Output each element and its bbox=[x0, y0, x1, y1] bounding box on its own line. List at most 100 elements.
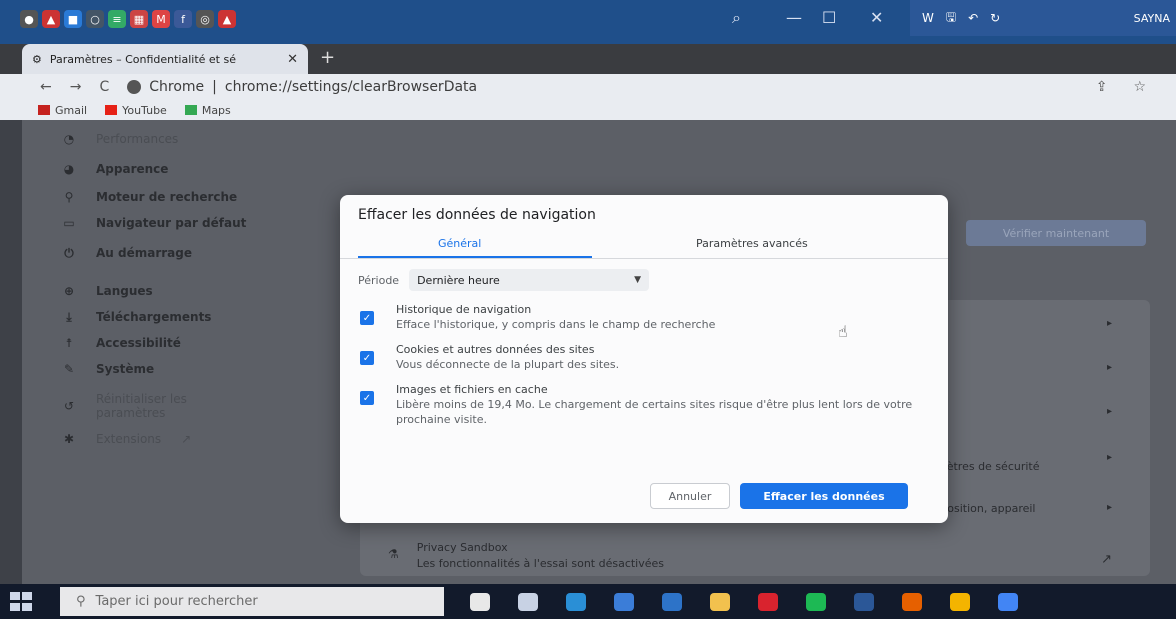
tab-general[interactable]: Général bbox=[438, 237, 481, 250]
sidebar-item[interactable]: ⊕ Langues bbox=[62, 284, 153, 298]
checkbox[interactable]: ✓ bbox=[360, 351, 374, 365]
undo-icon[interactable]: ↶ bbox=[968, 11, 978, 25]
period-select[interactable]: Dernière heure ▼ bbox=[409, 269, 650, 291]
flask-icon: ⚗ bbox=[388, 547, 399, 561]
chevron-right-icon: ▸ bbox=[1106, 406, 1112, 417]
cortana-icon bbox=[470, 592, 490, 611]
option-description: Libère moins de 19,4 Mo. Le chargement d… bbox=[396, 398, 913, 426]
browser-toolbar: ← → C Chrome | chrome://settings/clearBr… bbox=[0, 74, 1176, 100]
tab-favicon-icon[interactable]: f bbox=[174, 10, 192, 28]
taskbar-app[interactable] bbox=[840, 584, 888, 619]
sidebar-item[interactable]: ⏻ Au démarrage bbox=[62, 246, 192, 261]
option-label: Historique de navigation bbox=[396, 303, 532, 316]
row-security-settings: mètres de sécurité bbox=[936, 460, 1040, 473]
taskbar-app[interactable] bbox=[648, 584, 696, 619]
mail-icon bbox=[662, 592, 682, 611]
clear-browsing-data-dialog: Effacer les données de navigation Généra… bbox=[340, 195, 948, 523]
tab-favicon-icon[interactable]: ▲ bbox=[42, 10, 60, 28]
windows-start-icon[interactable] bbox=[10, 592, 34, 612]
tab-favicon-icon[interactable]: ○ bbox=[86, 10, 104, 28]
tab-favicon-icon[interactable]: ▦ bbox=[130, 10, 148, 28]
new-tab-button[interactable]: + bbox=[320, 47, 335, 68]
wrench-icon: ✎ bbox=[63, 362, 75, 376]
chevron-right-icon: ▸ bbox=[1106, 502, 1112, 513]
taskbar-app[interactable] bbox=[456, 584, 504, 619]
tab-advanced[interactable]: Paramètres avancés bbox=[696, 237, 808, 250]
bookmark-star-icon[interactable]: ☆ bbox=[1133, 79, 1146, 95]
minimize-icon[interactable]: — bbox=[786, 8, 802, 27]
taskbar-app[interactable] bbox=[888, 584, 936, 619]
reset-icon: ↺ bbox=[63, 399, 75, 413]
sidebar-item-label: Extensions bbox=[96, 432, 162, 446]
taskbar-app[interactable] bbox=[936, 584, 984, 619]
sidebar-item[interactable]: ⤓ Téléchargements bbox=[62, 310, 211, 325]
bookmark-label: YouTube bbox=[122, 103, 167, 117]
clear-data-button[interactable]: Effacer les données bbox=[740, 483, 908, 509]
save-icon[interactable]: 🖫 bbox=[946, 8, 956, 29]
external-link-icon: ↗ bbox=[1101, 552, 1112, 567]
sidebar-item[interactable]: ✎ Système bbox=[62, 362, 154, 376]
share-icon[interactable]: ⇪ bbox=[1096, 79, 1108, 95]
tab-favicon-icon[interactable]: ■ bbox=[64, 10, 82, 28]
taskbar-app[interactable] bbox=[792, 584, 840, 619]
url-path: chrome://settings/clearBrowserData bbox=[224, 79, 478, 95]
checkbox[interactable]: ✓ bbox=[360, 311, 374, 325]
speedometer-icon: ◔ bbox=[63, 132, 75, 146]
chevron-right-icon: ▸ bbox=[1106, 452, 1112, 463]
back-arrow-icon[interactable]: ← bbox=[40, 79, 52, 95]
dialog-actions: Annuler Effacer les données bbox=[650, 483, 908, 509]
checkbox[interactable]: ✓ bbox=[360, 391, 374, 405]
word-icon[interactable]: W bbox=[922, 11, 934, 25]
taskbar-app[interactable] bbox=[744, 584, 792, 619]
sidebar-item[interactable]: ▭ Navigateur par défaut bbox=[62, 216, 246, 230]
sidebar-item[interactable]: ◔ Performances bbox=[62, 132, 179, 146]
sidebar-item[interactable]: ↺ Réinitialiser les paramètres bbox=[62, 392, 236, 420]
option-label: Images et fichiers en cache bbox=[396, 383, 548, 396]
cancel-button[interactable]: Annuler bbox=[650, 483, 730, 509]
privacy-sandbox-subtitle: Les fonctionnalités à l'essai sont désac… bbox=[416, 557, 665, 570]
firefox-icon bbox=[902, 592, 922, 611]
youtube-icon bbox=[105, 105, 118, 115]
clear-option: ✓ Cookies et autres données des sites Vous… bbox=[360, 343, 916, 373]
file-explorer-icon bbox=[710, 592, 730, 611]
redo-icon[interactable]: ↻ bbox=[990, 11, 1000, 25]
screen: ● ▲ ■ ○ ≡ ▦ M f ◎ ▲ ⌕ — ☐ ✕ W 🖫 ↶ ↻ SAYN… bbox=[0, 0, 1176, 619]
search-icon[interactable]: ⌕ bbox=[732, 8, 741, 28]
reload-icon[interactable]: C bbox=[99, 79, 109, 95]
tab-favicon-icon[interactable]: ● bbox=[20, 10, 38, 28]
address-bar[interactable]: Chrome | chrome://settings/clearBrowserD… bbox=[127, 79, 477, 95]
task-view-icon bbox=[518, 592, 538, 611]
sidebar-item[interactable]: ⚲ Moteur de recherche bbox=[62, 190, 238, 204]
taskbar-app[interactable] bbox=[504, 584, 552, 619]
tab-favicon-icon[interactable]: ≡ bbox=[108, 10, 126, 28]
tab-favicon-icon[interactable]: M bbox=[152, 10, 170, 28]
bookmark-label: Gmail bbox=[55, 103, 88, 117]
taskbar-app[interactable] bbox=[984, 584, 1032, 619]
tab-favicon-icon[interactable]: ◎ bbox=[196, 10, 214, 28]
sidebar-item[interactable]: ◕ Apparence bbox=[62, 162, 169, 176]
bookmarks-bar: Gmail YouTube Maps bbox=[0, 100, 1176, 120]
sidebar-item-label: Navigateur par défaut bbox=[96, 216, 247, 230]
maximize-icon[interactable]: ☐ bbox=[822, 8, 836, 27]
taskbar-search-input[interactable]: ⚲ Taper ici pour rechercher bbox=[60, 587, 444, 616]
bookmark-gmail[interactable]: Gmail bbox=[38, 104, 87, 117]
tab-favicon-icon[interactable]: ▲ bbox=[218, 10, 236, 28]
settings-gear-icon: ⚙ bbox=[32, 52, 42, 66]
dropdown-caret-icon: ▼ bbox=[634, 275, 642, 285]
tab-settings[interactable]: ⚙ Paramètres – Confidentialité et sé ✕ bbox=[22, 44, 308, 74]
chevron-right-icon: ▸ bbox=[1106, 362, 1112, 373]
search-icon: ⚲ bbox=[76, 594, 86, 609]
sidebar-item[interactable]: ☨ Accessibilité bbox=[62, 336, 181, 350]
bookmark-maps[interactable]: Maps bbox=[184, 104, 231, 117]
forward-arrow-icon[interactable]: → bbox=[70, 79, 82, 95]
sidebar-item[interactable]: ✱ Extensions ↗ bbox=[62, 432, 191, 446]
word-icon bbox=[854, 592, 874, 611]
check-now-button: Vérifier maintenant bbox=[966, 220, 1146, 246]
taskbar-app[interactable] bbox=[552, 584, 600, 619]
close-window-icon[interactable]: ✕ bbox=[870, 8, 883, 27]
bookmark-youtube[interactable]: YouTube bbox=[105, 104, 167, 117]
close-tab-icon[interactable]: ✕ bbox=[287, 52, 298, 67]
taskbar-app[interactable] bbox=[696, 584, 744, 619]
taskbar-app[interactable] bbox=[600, 584, 648, 619]
sidebar-item-label: Au démarrage bbox=[96, 246, 192, 260]
